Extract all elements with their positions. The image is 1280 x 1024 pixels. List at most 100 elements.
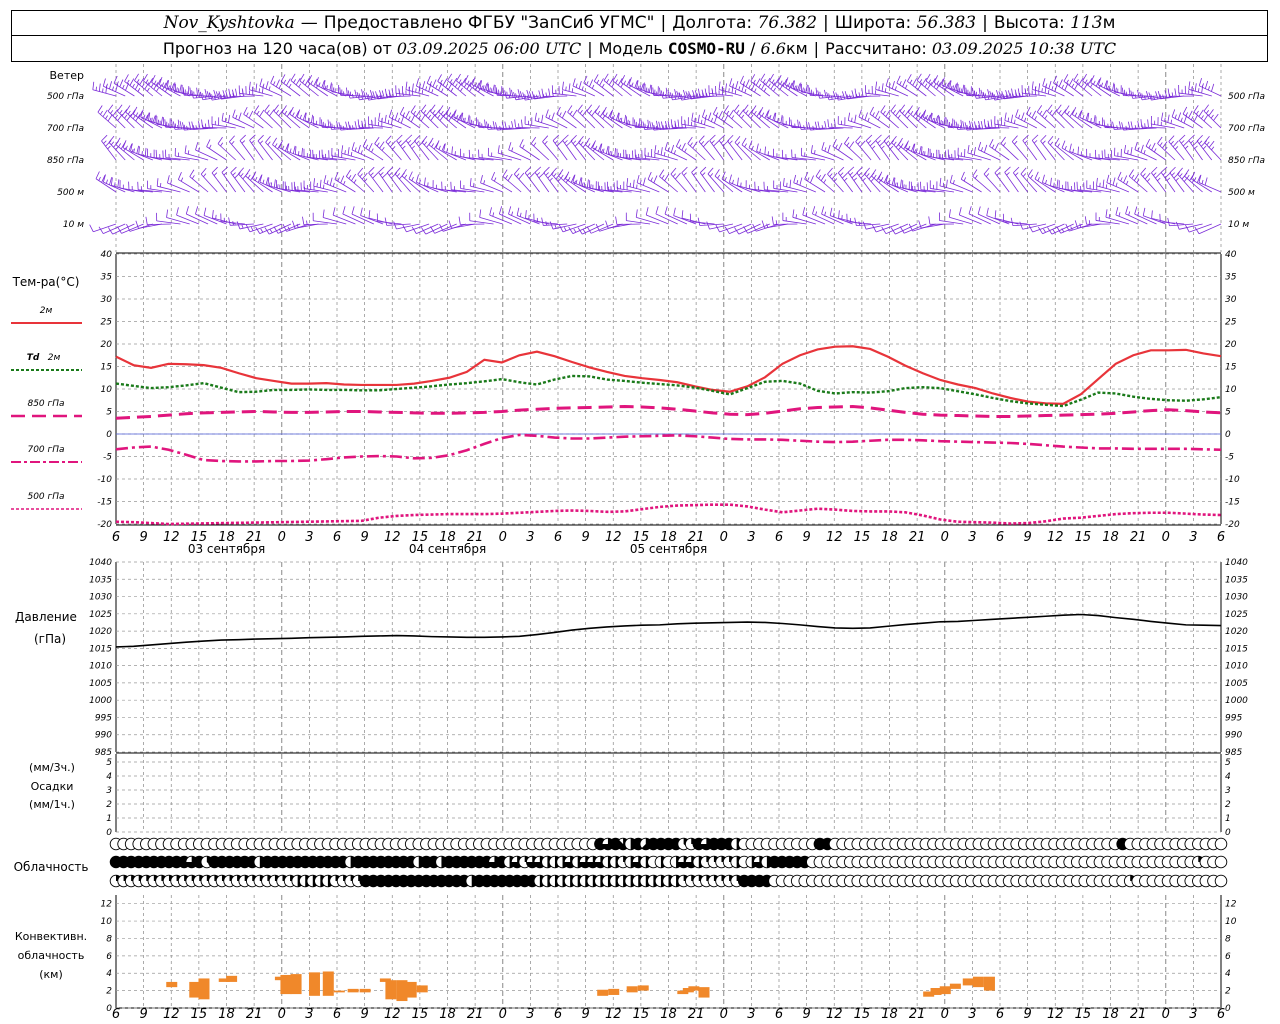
wind-barb-flag [141, 83, 145, 88]
wind-barb-staff [577, 110, 596, 129]
pressure-tick-label: 985 [95, 748, 112, 758]
wind-barb-flag [905, 84, 908, 89]
wind-barb-flag [732, 179, 734, 184]
time-tick-label: 9 [139, 530, 147, 545]
wind-barb-flag [363, 90, 367, 99]
wind-barb-flag [493, 177, 497, 182]
wind-barb-flag [1153, 172, 1157, 176]
wind-barb-flag [984, 144, 988, 153]
wind-barb-flag [626, 178, 629, 187]
wind-barb-flag [368, 210, 371, 219]
wind-barb-flag [351, 93, 354, 98]
wind-barb-flag [909, 79, 913, 84]
time-tick-label: 6 [1217, 1007, 1225, 1022]
wind-barb-flag [592, 140, 596, 149]
wind-barb-flag [1179, 134, 1186, 141]
wind-barb-flag [948, 209, 951, 218]
pressure-tick-label: 1030 [89, 593, 112, 603]
wind-barb-flag [1034, 171, 1039, 180]
wind-barb-flag [756, 109, 762, 117]
wind-barb-staff [719, 223, 743, 233]
wind-barb-flag [855, 135, 862, 142]
pressure-tick-label: 995 [95, 713, 112, 723]
conv-tick-label: 8 [106, 934, 112, 944]
conv-tick-label: 4 [106, 969, 112, 979]
wind-barb-flag [167, 175, 170, 184]
wind-barb-flag [709, 134, 716, 141]
wind-barb-flag [665, 93, 667, 99]
wind-barb-flag [1116, 125, 1118, 130]
wind-barb-flag [562, 81, 564, 90]
pressure-tick-label: 1010 [89, 662, 112, 672]
wind-barb-flag [849, 172, 854, 176]
wind-barb-flag [127, 110, 131, 115]
precip-tick-label: 5 [106, 758, 112, 768]
wind-barb-flag [1066, 79, 1069, 84]
wind-barb-flag [755, 78, 761, 86]
wind-barb-flag [620, 117, 623, 122]
wind-barb-flag [586, 179, 589, 188]
wind-barb-flag [392, 146, 396, 150]
time-tick-label: 0 [720, 1007, 728, 1022]
wind-barb-flag [492, 212, 495, 217]
temp-tick-label: 15 [1225, 363, 1237, 373]
wind-barb-staff [1191, 178, 1213, 193]
wind-barb-flag [683, 172, 687, 176]
wind-barb-flag [559, 112, 562, 117]
wind-barb-flag [687, 136, 693, 144]
wind-barb-staff [626, 220, 651, 225]
wind-barb-flag [940, 119, 942, 124]
time-tick-label: 15 [412, 1007, 429, 1022]
wind-barb-flag [239, 134, 246, 141]
wind-barb-staff [734, 110, 752, 129]
wind-barb-flag [378, 112, 381, 121]
wind-barb-flag [385, 135, 392, 142]
conv-cloud-bar [698, 987, 710, 998]
wind-barb-flag [1064, 105, 1070, 113]
wind-barb-flag [912, 78, 917, 86]
wind-barb-flag [1188, 110, 1193, 119]
wind-barb-flag [351, 206, 355, 215]
time-tick-label: 6 [775, 530, 783, 545]
wind-barb-staff [1056, 110, 1074, 129]
wind-barb-flag [698, 88, 701, 97]
wind-barb-flag [829, 207, 833, 216]
wind-barb-flag [1071, 83, 1075, 88]
temp-tick-label: -15 [1225, 498, 1240, 508]
wind-barb-flag [372, 172, 379, 179]
wind-barb-flag [673, 207, 676, 216]
wind-barb-flag [107, 145, 111, 150]
wind-barb-staff [572, 223, 595, 235]
wind-barb-flag [681, 210, 684, 219]
conv-unit: (км) [39, 968, 63, 981]
wind-barb-flag [1157, 177, 1161, 182]
wind-barb-staff [875, 223, 899, 233]
wind-barb-flag [414, 134, 421, 142]
wind-barb-flag [209, 144, 212, 149]
time-tick-label: 0 [278, 1007, 286, 1022]
wind-barb-flag [1018, 114, 1021, 119]
temp-tick-label: 40 [1225, 250, 1237, 260]
wind-barb-flag [700, 140, 705, 145]
wind-barb-staff [1182, 113, 1203, 129]
time-tick-label: 3 [968, 1007, 976, 1022]
time-tick-label: 0 [941, 1007, 949, 1022]
wind-barb-flag [878, 171, 883, 180]
wind-barb-flag [582, 109, 588, 117]
wind-barb-staff [699, 223, 724, 226]
precip-tick-label: 3 [1225, 786, 1231, 796]
wind-barb-flag [1033, 140, 1038, 144]
wind-barb-flag [597, 110, 601, 115]
wind-barb-flag [827, 144, 831, 153]
wind-barb-flag [143, 73, 148, 82]
wind-barb-flag [270, 182, 273, 187]
wind-barb-flag [810, 145, 813, 154]
wind-barb-flag [264, 104, 270, 112]
wind-barb-flag [758, 106, 764, 115]
wind-barb-flag [132, 115, 136, 120]
wind-barb-staff [1047, 142, 1065, 161]
wind-barb-flag [1125, 206, 1129, 215]
wind-barb-flag [974, 174, 978, 179]
wind-barb-flag [241, 224, 244, 229]
wind-barb-staff [1012, 223, 1037, 227]
